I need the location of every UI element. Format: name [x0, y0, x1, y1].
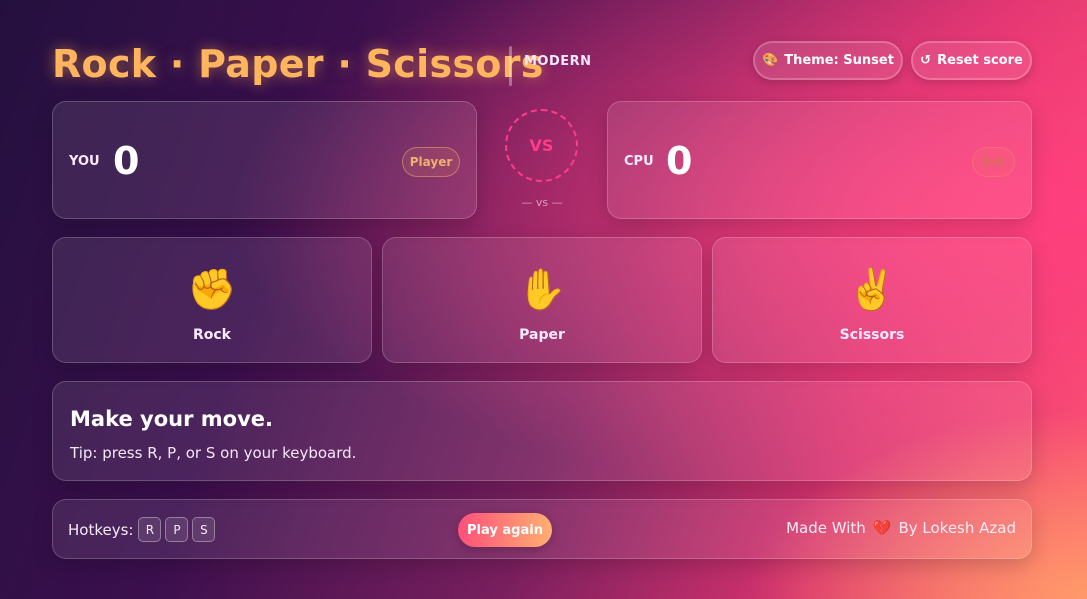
tip-text: Tip: press R, P, or S on your keyboard. [70, 444, 357, 462]
heart-icon: 💔 [872, 519, 892, 537]
message-panel: Make your move. Tip: press R, P, or S on… [52, 381, 1032, 481]
player-score-card: YOU 0 Player [52, 101, 477, 219]
credit: Made With 💔 By Lokesh Azad [786, 519, 1016, 537]
rock-icon: ✊ [187, 267, 237, 313]
cpu-label: CPU [624, 154, 654, 169]
rock-label: Rock [192, 327, 231, 343]
credit-suffix: By Lokesh Azad [898, 519, 1016, 537]
hotkeys-label: Hotkeys: [68, 520, 134, 539]
scissors-label: Scissors [839, 327, 905, 343]
theme-label: Theme: Sunset [784, 53, 894, 68]
cpu-score-card: CPU 0 Bot [607, 101, 1032, 219]
credit-prefix: Made With [786, 519, 866, 537]
page-title: Rock · Paper · Scissors [52, 42, 544, 86]
player-label: YOU [69, 154, 100, 169]
play-again-button[interactable]: Play again [458, 513, 552, 547]
paper-button[interactable]: ✋ Paper [382, 237, 702, 363]
page-subtitle: MODERN [524, 54, 592, 69]
hotkey-p: P [165, 517, 189, 542]
palette-icon: 🎨 [762, 53, 779, 68]
cpu-score: 0 [666, 139, 693, 183]
rock-button[interactable]: ✊ Rock [52, 237, 372, 363]
cpu-tag: Bot [972, 147, 1015, 177]
scissors-icon: ✌️ [847, 267, 897, 313]
reset-icon: ↺ [920, 53, 932, 68]
reset-label: Reset score [937, 53, 1023, 68]
vs-badge: VS [505, 109, 578, 182]
theme-button[interactable]: 🎨 Theme: Sunset [753, 41, 903, 80]
player-tag: Player [402, 147, 460, 177]
hotkey-s: S [192, 517, 216, 542]
footer-bar: Hotkeys: R P S Play again Made With 💔 By… [52, 499, 1032, 559]
player-score: 0 [113, 139, 140, 183]
header: Rock · Paper · Scissors MODERN 🎨 Theme: … [52, 40, 1032, 86]
vs-divider-label: — vs — [521, 196, 563, 209]
reset-score-button[interactable]: ↺ Reset score [911, 41, 1032, 80]
paper-icon: ✋ [517, 267, 567, 313]
scissors-button[interactable]: ✌️ Scissors [712, 237, 1032, 363]
status-message: Make your move. [70, 407, 273, 431]
title-divider [509, 46, 512, 86]
hotkeys: Hotkeys: R P S [68, 517, 216, 542]
hotkey-r: R [138, 517, 162, 542]
paper-label: Paper [519, 327, 565, 343]
